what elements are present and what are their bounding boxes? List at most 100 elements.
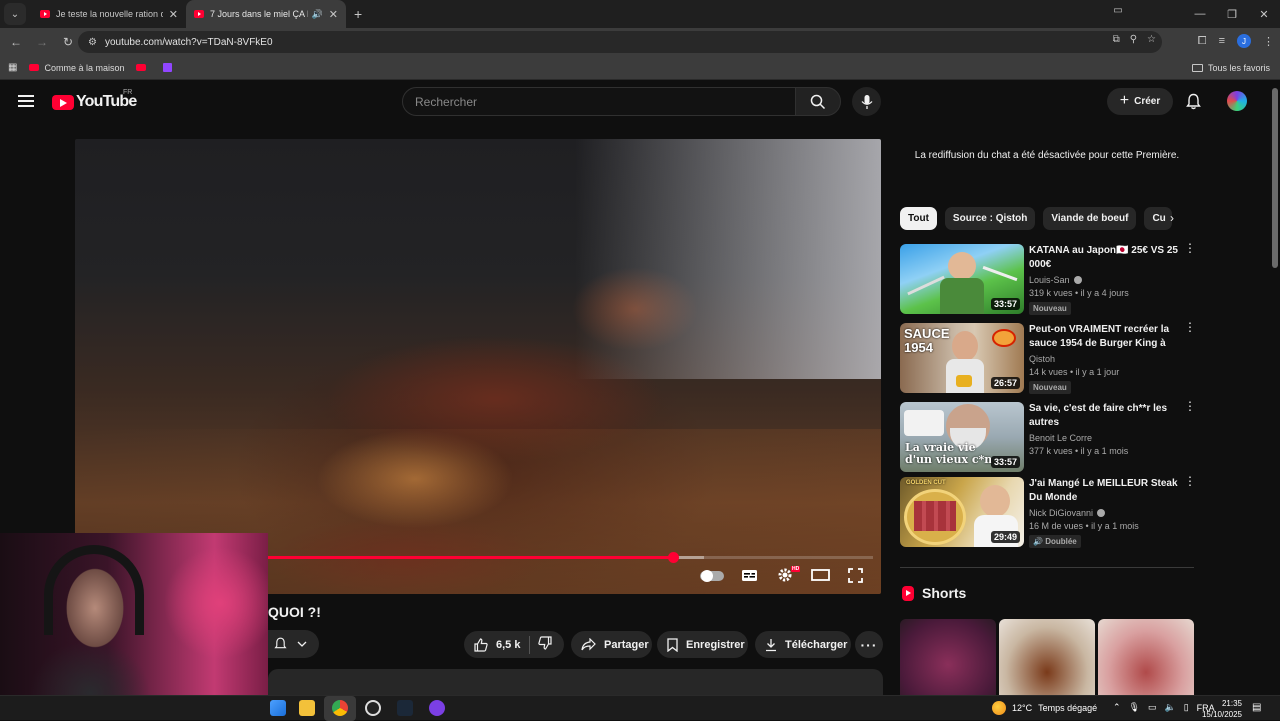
microphone-tray-icon[interactable]: 🎙 — [1129, 702, 1140, 713]
zoom-icon[interactable]: ⚲ — [1130, 34, 1137, 45]
volume-icon[interactable]: 🔈 — [1165, 702, 1176, 713]
back-arrow-icon[interactable]: ← — [4, 35, 28, 49]
subtitles-icon[interactable] — [740, 566, 758, 584]
recommendation-item[interactable]: La vraie vie d'un vieux c*n 33:57 Sa vie… — [900, 400, 1200, 472]
all-bookmarks[interactable]: Tous les favoris — [1191, 63, 1270, 73]
steam-icon[interactable] — [397, 700, 413, 716]
share-label: Partager — [604, 638, 649, 651]
chip-all[interactable]: Tout — [900, 207, 937, 230]
site-info-icon[interactable]: ⚙ — [88, 37, 97, 48]
video-thumbnail[interactable]: GOLDEN CUT 29:49 — [900, 477, 1024, 547]
video-thumbnail[interactable]: SAUCE 1954 26:57 — [900, 323, 1024, 393]
chip-truncated[interactable]: Cu — [1144, 207, 1173, 230]
more-options-icon[interactable]: ⋮ — [1184, 475, 1196, 487]
profile-avatar[interactable]: J — [1237, 34, 1251, 48]
recommendation-item[interactable]: SAUCE 1954 26:57 Peut-on VRAIMENT recrée… — [900, 321, 1200, 394]
download-button[interactable]: Télécharger — [755, 631, 851, 658]
recommendation-filter-chips: Tout Source : Qistoh Viande de boeuf Cu — [900, 207, 1173, 230]
browser-tab-active[interactable]: 7 Jours dans le miel ÇA FAIT 🔊 ✕ — [186, 0, 346, 28]
more-options-icon[interactable]: ⋮ — [1184, 400, 1196, 412]
apps-grid-icon[interactable]: ▦ — [8, 62, 17, 73]
chip-beef[interactable]: Viande de boeuf — [1043, 207, 1137, 230]
speaker-icon[interactable]: 🔊 — [312, 9, 323, 20]
window-controls: ▭ — ❐ ✕ — [1113, 0, 1280, 28]
page-scrollbar[interactable] — [1272, 88, 1278, 268]
chevron-up-icon[interactable]: ⌃ — [1113, 702, 1121, 713]
recommendation-title[interactable]: Sa vie, c'est de faire ch**r les autres — [1029, 402, 1179, 430]
bookmark-star-icon[interactable]: ☆ — [1147, 34, 1156, 45]
tab-close-icon[interactable]: ✕ — [329, 8, 338, 21]
channel-name[interactable]: Benoit Le Corre — [1029, 433, 1092, 443]
bookmark-twitch[interactable] — [163, 63, 173, 72]
section-divider — [900, 567, 1194, 568]
restore-button[interactable]: ❐ — [1216, 8, 1248, 21]
more-actions-icon[interactable]: ··· — [855, 631, 883, 658]
bookmark-item[interactable]: Comme à la maison — [29, 63, 124, 73]
chrome-menu-icon[interactable]: ⋮ — [1263, 35, 1274, 48]
channel-name[interactable]: Qistoh — [1029, 354, 1055, 364]
save-button[interactable]: Enregistrer — [657, 631, 748, 658]
minimize-button[interactable]: — — [1184, 8, 1216, 20]
obs-icon[interactable] — [365, 700, 381, 716]
battery-icon[interactable]: ▯ — [1184, 702, 1189, 713]
forward-arrow-icon[interactable]: → — [30, 35, 54, 49]
recommendation-item[interactable]: 33:57 KATANA au Japon🇯🇵 25€ VS 25 000€ L… — [900, 242, 1200, 315]
account-avatar[interactable] — [1227, 91, 1247, 111]
recommendation-title[interactable]: KATANA au Japon🇯🇵 25€ VS 25 000€ — [1029, 244, 1179, 272]
menu-icon[interactable] — [18, 95, 34, 107]
search-button[interactable] — [795, 87, 841, 116]
recommendation-title[interactable]: Peut-on VRAIMENT recréer la sauce 1954 d… — [1029, 323, 1179, 351]
channel-name[interactable]: Nick DiGiovanni — [1029, 508, 1093, 518]
short-thumbnail[interactable] — [900, 619, 996, 695]
like-button[interactable]: 6,5 k — [464, 635, 530, 654]
cast-icon[interactable]: ▭ — [1102, 5, 1134, 16]
address-bar[interactable]: ⚙ youtube.com/watch?v=TDaN-8VFkE0 ⧉ ⚲ ☆ — [78, 31, 1162, 53]
autoplay-toggle[interactable] — [700, 570, 724, 582]
new-tab-button[interactable]: + — [354, 6, 362, 22]
country-code: FR — [123, 89, 133, 96]
video-thumbnail[interactable]: 33:57 — [900, 244, 1024, 314]
extensions-icon[interactable]: ⧠ — [1198, 35, 1207, 48]
verified-check-icon — [1073, 276, 1082, 284]
install-app-icon[interactable]: ⧉ — [1113, 34, 1120, 45]
close-window-button[interactable]: ✕ — [1248, 8, 1280, 21]
short-thumbnail[interactable] — [999, 619, 1095, 695]
clock[interactable]: 21:35 15/10/2025 — [1196, 698, 1242, 720]
chrome-icon[interactable] — [332, 700, 348, 716]
more-options-icon[interactable]: ⋮ — [1184, 321, 1196, 333]
bookmark-youtube[interactable] — [136, 64, 151, 71]
theater-mode-icon[interactable] — [810, 566, 830, 584]
video-progress-bar[interactable] — [268, 552, 873, 563]
channel-name[interactable]: Louis-San — [1029, 275, 1070, 285]
tab-search-icon[interactable]: ⌄ — [4, 3, 26, 25]
share-button[interactable]: Partager — [571, 631, 652, 658]
chip-source[interactable]: Source : Qistoh — [944, 207, 1036, 230]
app-icon[interactable] — [429, 700, 445, 716]
recommendation-item[interactable]: GOLDEN CUT 29:49 J'ai Mangé Le MEILLEUR … — [900, 475, 1200, 548]
dislike-button[interactable] — [530, 636, 552, 653]
video-player[interactable] — [75, 139, 881, 594]
youtube-logo[interactable]: YouTube FR — [52, 89, 137, 111]
recommendation-title[interactable]: J'ai Mangé Le MEILLEUR Steak Du Monde — [1029, 477, 1179, 505]
fullscreen-icon[interactable] — [846, 566, 864, 584]
microphone-icon — [861, 94, 872, 109]
notifications-bell-icon[interactable] — [1186, 93, 1201, 115]
voice-search-button[interactable] — [852, 87, 881, 116]
tab-close-icon[interactable]: ✕ — [169, 8, 178, 21]
reload-icon[interactable]: ↻ — [56, 35, 80, 49]
short-thumbnail[interactable] — [1098, 619, 1194, 695]
start-icon[interactable] — [270, 700, 286, 716]
more-options-icon[interactable]: ⋮ — [1184, 242, 1196, 254]
search-input[interactable]: Rechercher — [402, 87, 796, 116]
chevron-right-icon[interactable]: › — [1170, 211, 1174, 225]
create-button[interactable]: + Créer — [1107, 88, 1173, 115]
network-icon[interactable]: ▭ — [1148, 702, 1157, 713]
dubbed-label: Doublée — [1045, 537, 1077, 546]
video-thumbnail[interactable]: La vraie vie d'un vieux c*n 33:57 — [900, 402, 1024, 472]
file-explorer-icon[interactable] — [299, 700, 315, 716]
browser-tab[interactable]: Je teste la nouvelle ration de co ✕ — [32, 0, 186, 28]
media-controls-icon[interactable]: ≡ — [1219, 35, 1225, 47]
notifications-icon[interactable]: ▤ — [1252, 702, 1261, 713]
weather-widget[interactable]: 12°C Temps dégagé — [992, 701, 1097, 715]
subscription-notification-button[interactable] — [268, 630, 319, 658]
